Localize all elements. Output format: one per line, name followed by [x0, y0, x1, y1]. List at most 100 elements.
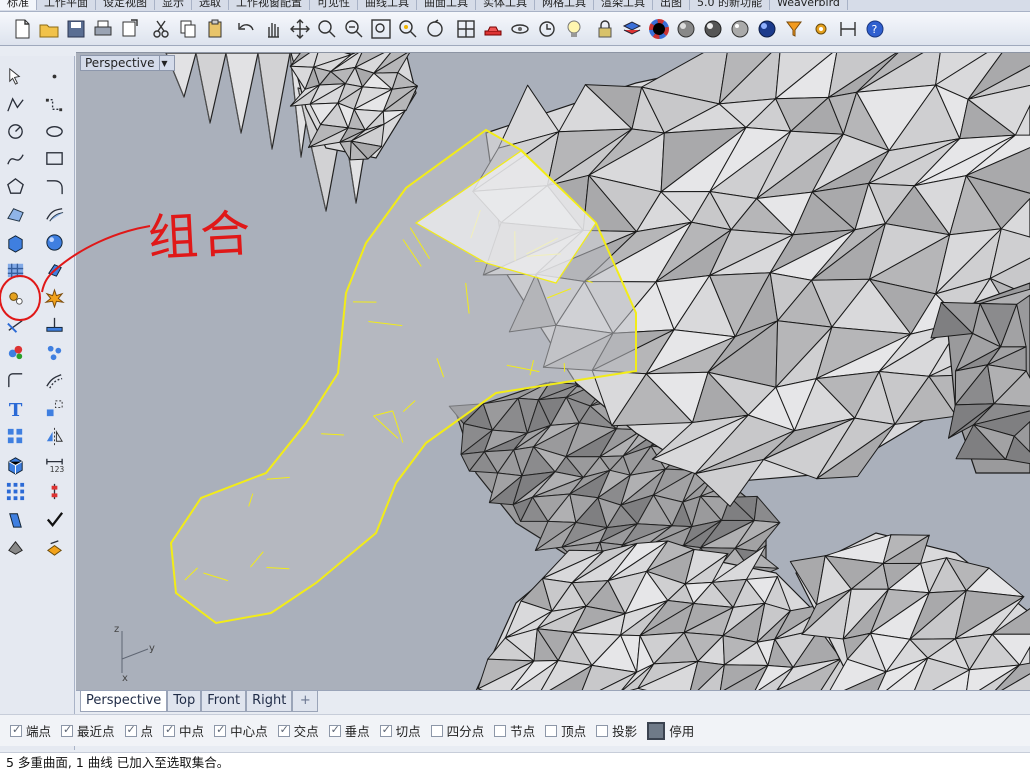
sweep-icon[interactable] [42, 202, 66, 226]
cut-icon[interactable] [147, 15, 174, 43]
open-file-icon[interactable] [35, 15, 62, 43]
surface-icon[interactable] [3, 202, 27, 226]
osnap-checkbox[interactable] [328, 723, 341, 737]
osnap-item[interactable]: 交点 [277, 721, 319, 740]
group-icon[interactable] [3, 340, 27, 364]
mirror-icon[interactable] [42, 424, 66, 448]
lock-icon[interactable] [533, 15, 560, 43]
ellipse-icon[interactable] [42, 119, 66, 143]
osnap-disable-checkbox[interactable] [647, 721, 666, 740]
osnap-item[interactable]: 中点 [163, 721, 204, 740]
osnap-item[interactable]: 垂点 [328, 721, 370, 740]
rotate-view-icon[interactable] [421, 15, 448, 43]
viewport-menu-arrow-icon[interactable]: ▼ [158, 56, 170, 70]
select-arrow-icon[interactable] [3, 64, 27, 88]
menu-tab[interactable]: 选取 [192, 0, 229, 10]
osnap-disable-toggle[interactable]: 停用 [647, 721, 694, 740]
menu-tab[interactable]: 标准 [0, 0, 37, 10]
move-view-icon[interactable] [286, 15, 313, 43]
gear-options-icon[interactable] [807, 15, 834, 43]
menu-tab[interactable]: 工作平面 [37, 0, 96, 10]
render-icon[interactable] [42, 535, 66, 559]
car-icon[interactable] [479, 15, 506, 43]
light-icon[interactable] [560, 15, 587, 43]
extrude-icon[interactable] [42, 257, 66, 281]
trim-icon[interactable] [3, 313, 27, 337]
zoom-icon[interactable] [313, 15, 340, 43]
ungroup-icon[interactable] [42, 340, 66, 364]
transform-icon[interactable] [42, 396, 66, 420]
osnap-item[interactable]: 顶点 [545, 721, 586, 740]
export-icon[interactable] [116, 15, 143, 43]
menu-tab[interactable]: 曲线工具 [358, 0, 417, 10]
polyline-icon[interactable] [3, 92, 27, 116]
fillet-icon[interactable] [3, 368, 27, 392]
join-icon[interactable] [3, 285, 27, 309]
menu-tab[interactable]: 工作视窗配置 [229, 0, 310, 10]
zoom-extents-icon[interactable] [367, 15, 394, 43]
add-view-tab-button[interactable]: + [292, 691, 319, 712]
osnap-checkbox[interactable] [545, 724, 558, 737]
menu-tab[interactable]: 显示 [155, 0, 192, 10]
analyze-icon[interactable] [3, 535, 27, 559]
text-icon[interactable]: T [3, 396, 27, 420]
four-views-icon[interactable] [452, 15, 479, 43]
osnap-checkbox[interactable] [379, 723, 392, 737]
hide-icon[interactable] [506, 15, 533, 43]
layer-icon[interactable] [618, 15, 645, 43]
history-icon[interactable] [42, 479, 66, 503]
polygon-icon[interactable] [3, 174, 27, 198]
box-solid-icon[interactable] [3, 230, 27, 254]
dimension-icon[interactable] [834, 15, 861, 43]
osnap-item[interactable]: 点 [124, 721, 153, 740]
control-points-icon[interactable] [42, 92, 66, 116]
copy-icon[interactable] [174, 15, 201, 43]
view-tab-perspective[interactable]: Perspective [80, 691, 168, 712]
view-tab-front[interactable]: Front [201, 691, 247, 712]
explode-icon[interactable] [42, 285, 66, 309]
osnap-item[interactable]: 切点 [379, 721, 421, 740]
point-icon[interactable] [42, 64, 66, 88]
paste-icon[interactable] [201, 15, 228, 43]
help-icon[interactable]: ? [861, 15, 888, 43]
viewport-title[interactable]: Perspective ▼ [80, 55, 175, 71]
block-icon[interactable] [3, 452, 27, 476]
osnap-item[interactable]: 四分点 [430, 721, 484, 740]
undo-icon[interactable] [232, 15, 259, 43]
menu-tab[interactable]: 出图 [653, 0, 690, 10]
color-wheel-icon[interactable] [645, 15, 672, 43]
new-file-icon[interactable] [8, 15, 35, 43]
osnap-checkbox[interactable] [430, 724, 443, 737]
osnap-item[interactable]: 节点 [494, 721, 535, 740]
mesh-icon[interactable] [3, 257, 27, 281]
print-icon[interactable] [89, 15, 116, 43]
osnap-checkbox[interactable] [214, 723, 227, 737]
osnap-item[interactable]: 投影 [596, 721, 637, 740]
menu-tab[interactable]: 可见性 [310, 0, 358, 10]
pan-hand-icon[interactable] [259, 15, 286, 43]
cage-icon[interactable] [3, 507, 27, 531]
osnap-checkbox[interactable] [61, 723, 74, 737]
rectangle-icon[interactable] [42, 146, 66, 170]
rendered-sphere-icon[interactable] [699, 15, 726, 43]
circle-icon[interactable] [3, 119, 27, 143]
menu-tab[interactable]: 5.0 的新功能 [690, 0, 770, 10]
osnap-item[interactable]: 端点 [10, 721, 51, 740]
mesh-scene[interactable] [76, 53, 1030, 690]
osnap-checkbox[interactable] [124, 723, 137, 737]
sphere-solid-icon[interactable] [42, 230, 66, 254]
zoom-window-icon[interactable] [340, 15, 367, 43]
dimension-icon[interactable]: 123 [42, 452, 66, 476]
array-icon[interactable] [3, 424, 27, 448]
osnap-checkbox[interactable] [277, 723, 290, 737]
split-icon[interactable] [42, 313, 66, 337]
filter-icon[interactable] [780, 15, 807, 43]
menu-tab[interactable]: 曲面工具 [417, 0, 476, 10]
osnap-checkbox[interactable] [10, 723, 22, 737]
perspective-viewport[interactable]: Perspective ▼ z y x [76, 52, 1030, 690]
ghosted-sphere-icon[interactable] [726, 15, 753, 43]
save-icon[interactable] [62, 15, 89, 43]
fillet-curve-icon[interactable] [42, 174, 66, 198]
grid-icon[interactable] [3, 479, 27, 503]
menu-tab[interactable]: 渲染工具 [594, 0, 653, 10]
